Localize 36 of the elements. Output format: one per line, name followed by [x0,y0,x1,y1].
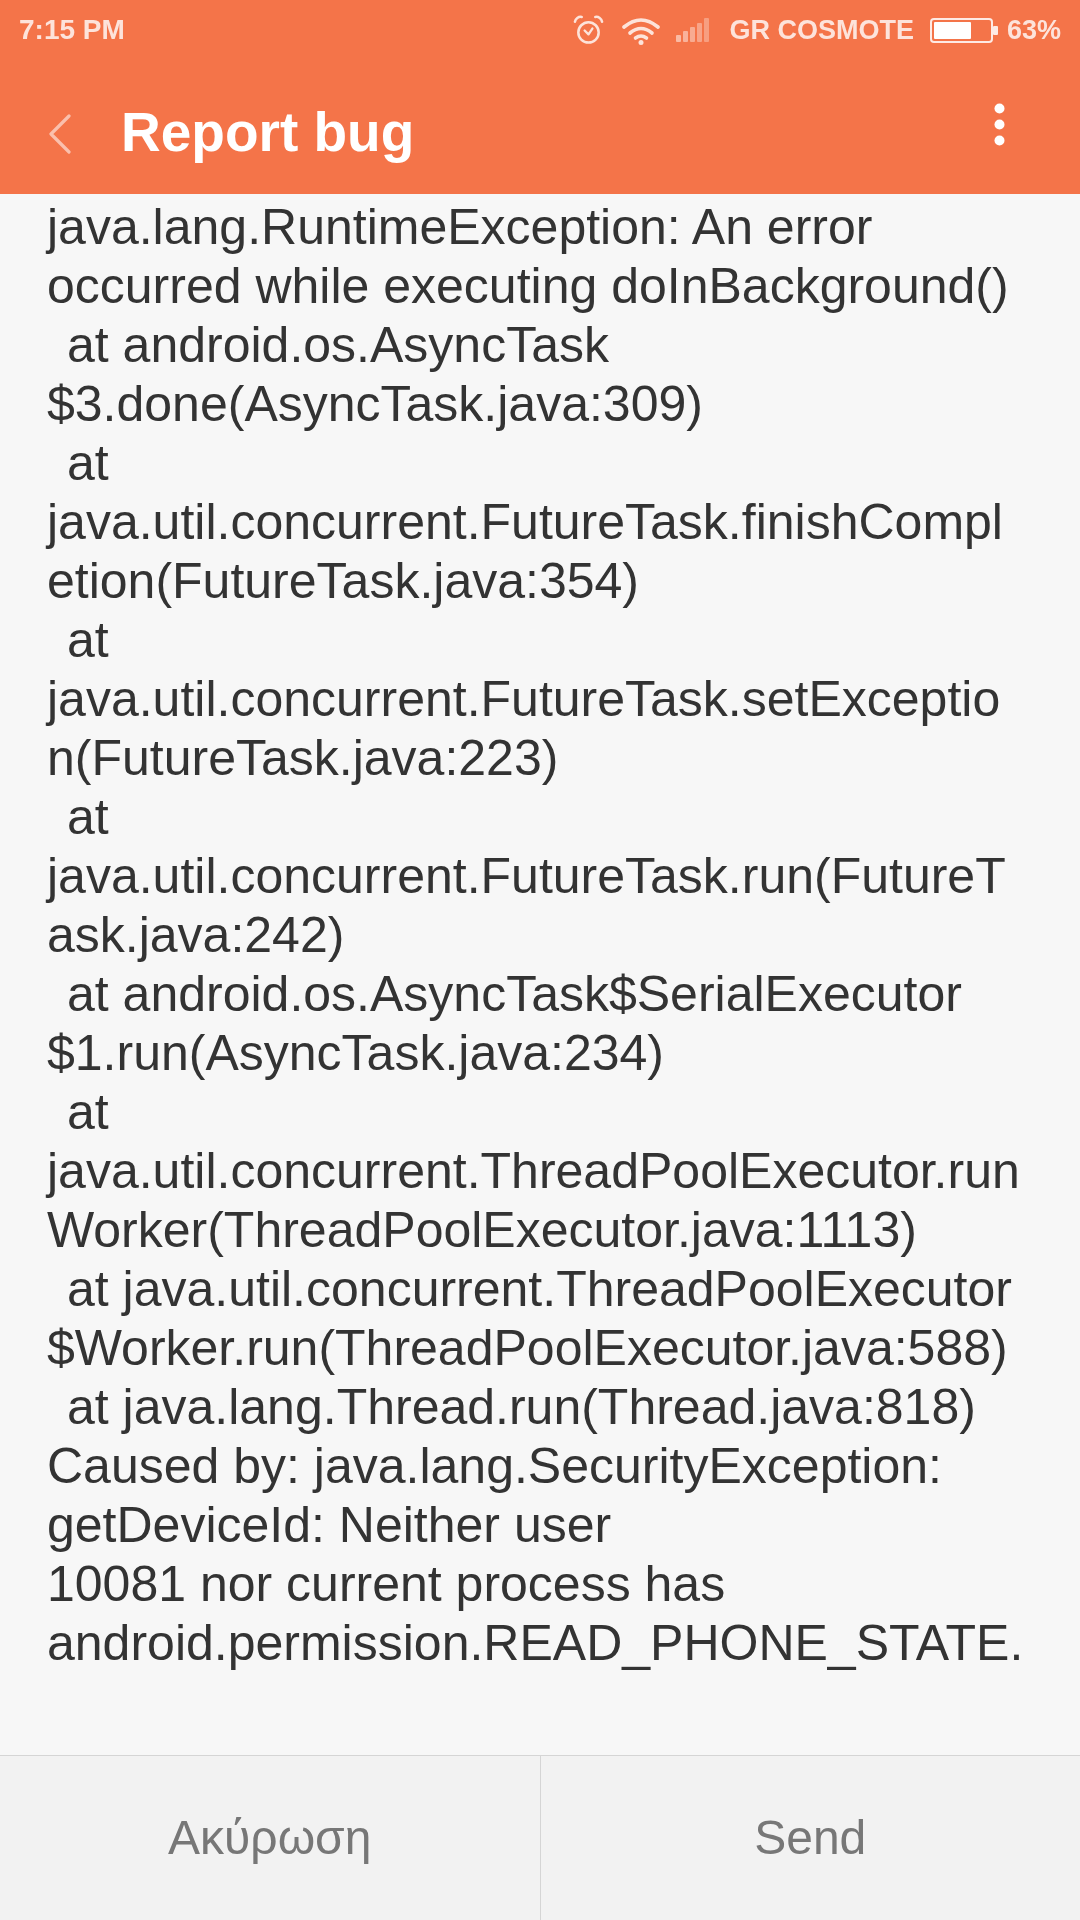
stack-trace-line: at java.lang.Thread.run(Thread.java:818) [66,1378,976,1437]
stack-trace-line: android.permission.READ_PHONE_STATE. [47,1614,1024,1673]
stack-trace-line: at android.os.AsyncTask$SerialExecutor [66,965,962,1024]
stack-trace-line: etion(FutureTask.java:354) [47,552,639,611]
stack-trace-line: at java.util.concurrent.ThreadPoolExecutor [66,1260,1012,1319]
stack-trace-line: getDeviceId: Neither user [47,1496,612,1555]
stack-trace-line: n(FutureTask.java:223) [47,729,559,788]
stack-trace-line: java.util.concurrent.ThreadPoolExecutor.run [47,1142,1020,1201]
stack-trace-line: $3.done(AsyncTask.java:309) [47,375,703,434]
signal-icon [676,18,710,42]
stack-trace-line: Caused by: java.lang.SecurityException: [47,1437,942,1496]
battery-icon [929,17,998,43]
send-button[interactable]: Send [539,1755,1080,1920]
stack-trace-line: at [66,434,109,493]
stack-trace-line: at [66,788,109,847]
stack-trace-line: java.util.concurrent.FutureTask.setExceptio [47,670,1001,729]
stack-trace-line: at [66,1083,109,1142]
stack-trace-line: java.util.concurrent.FutureTask.finishCompl [47,493,1003,552]
stack-trace-line: $1.run(AsyncTask.java:234) [47,1024,664,1083]
cancel-button[interactable]: Ακύρωση [0,1755,540,1920]
back-icon[interactable] [48,114,72,154]
stack-trace-line: at [66,611,109,670]
alarm-clock-icon [573,14,605,46]
stack-trace-line: 10081 nor current process has [47,1555,726,1614]
stack-trace-line: at android.os.AsyncTask [66,316,609,375]
stack-trace-line: java.util.concurrent.FutureTask.run(FutureT [47,847,1006,906]
stack-trace-line: ask.java:242) [47,906,345,965]
overflow-menu-icon[interactable] [994,103,1005,146]
wifi-icon [621,15,662,45]
stack-trace-line: Worker(ThreadPoolExecutor.java:1113) [47,1201,917,1260]
status-time: 7:15 PM [19,16,125,44]
stack-trace-line: $Worker.run(ThreadPoolExecutor.java:588) [47,1319,1008,1378]
stack-trace-line: java.lang.RuntimeException: An error [47,198,873,257]
battery-percent: 63% [1006,16,1061,44]
stack-trace-line: occurred while executing doInBackground() [47,257,1009,316]
carrier-name: GR COSMOTE [729,16,914,44]
